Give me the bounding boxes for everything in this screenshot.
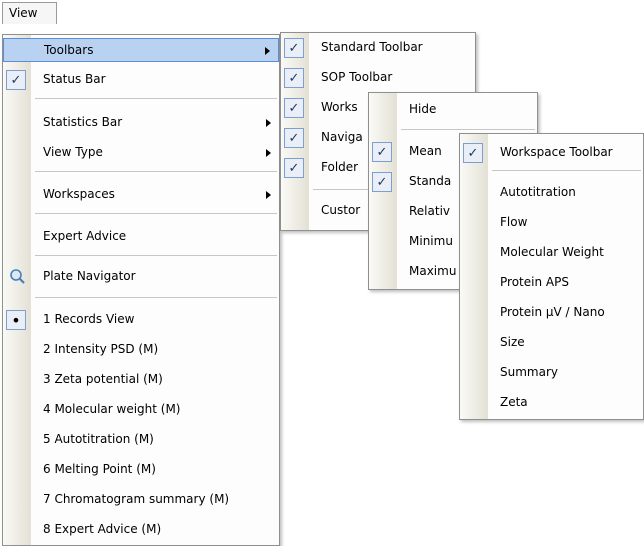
menu-separator — [35, 255, 277, 256]
toolbar-item-label: Custor — [321, 203, 361, 217]
menu-item-record-1[interactable]: • 1 Records View — [3, 308, 279, 332]
record-label: 1 Records View — [43, 312, 135, 326]
workspace-item-toolbar[interactable]: ✓ Workspace Toolbar — [460, 141, 643, 165]
record-label: 6 Melting Point (M) — [43, 462, 156, 476]
workspace-item-label: Protein µV / Nano — [500, 305, 605, 319]
record-label: 2 Intensity PSD (M) — [43, 342, 159, 356]
submenu-arrow-icon — [266, 191, 271, 199]
workspace-item-protein-uv-nano[interactable]: Protein µV / Nano — [460, 301, 643, 325]
menu-item-record-8[interactable]: 8 Expert Advice (M) — [3, 518, 279, 542]
check-icon: ✓ — [284, 98, 304, 118]
workspace-item-label: Zeta — [500, 395, 528, 409]
menu-separator — [35, 213, 277, 214]
menu-item-statistics-bar-label: Statistics Bar — [43, 115, 123, 129]
workspace-item-flow[interactable]: Flow — [460, 211, 643, 235]
menu-item-record-4[interactable]: 4 Molecular weight (M) — [3, 398, 279, 422]
menu-item-toolbars[interactable]: Toolbars — [3, 38, 279, 62]
check-icon: ✓ — [463, 143, 483, 163]
submenu-arrow-icon — [266, 119, 271, 127]
toolbar-item-label: Folder — [321, 160, 359, 174]
workspace-item-label: Size — [500, 335, 525, 349]
check-icon: ✓ — [284, 158, 304, 178]
toolbar-item-label: Standard Toolbar — [321, 40, 423, 54]
check-icon: ✓ — [372, 142, 392, 162]
workspaces-submenu: ✓ Workspace Toolbar Autotitration Flow M… — [459, 133, 644, 420]
workspace-item-summary[interactable]: Summary — [460, 361, 643, 385]
menu-bar: View — [0, 0, 644, 24]
statistics-item-label: Minimu — [409, 234, 453, 248]
menu-separator — [401, 129, 535, 130]
menu-item-record-7[interactable]: 7 Chromatogram summary (M) — [3, 488, 279, 512]
menu-item-record-3[interactable]: 3 Zeta potential (M) — [3, 368, 279, 392]
radio-dot-icon: • — [6, 310, 26, 330]
check-icon: ✓ — [284, 38, 304, 58]
record-label: 5 Autotitration (M) — [43, 432, 154, 446]
workspace-item-label: Workspace Toolbar — [500, 145, 613, 159]
submenu-arrow-icon — [265, 47, 270, 55]
statistics-item-label: Standa — [409, 174, 452, 188]
toolbar-item-sop[interactable]: ✓ SOP Toolbar — [281, 66, 475, 90]
menu-item-status-bar[interactable]: ✓ Status Bar — [3, 68, 279, 92]
menu-view-label: View — [9, 6, 38, 20]
check-icon: ✓ — [284, 68, 304, 88]
menu-view[interactable]: View — [2, 2, 57, 24]
workspace-item-label: Protein APS — [500, 275, 569, 289]
menu-separator — [35, 171, 277, 172]
magnifier-icon — [10, 269, 25, 284]
check-icon: ✓ — [6, 70, 26, 90]
toolbar-item-standard[interactable]: ✓ Standard Toolbar — [281, 36, 475, 60]
menu-item-toolbars-label: Toolbars — [44, 43, 94, 57]
submenu-arrow-icon — [266, 149, 271, 157]
menu-item-statistics-bar[interactable]: Statistics Bar — [3, 111, 279, 135]
menu-item-view-type[interactable]: View Type — [3, 141, 279, 165]
workspace-item-label: Flow — [500, 215, 528, 229]
toolbar-item-label: Works — [321, 100, 358, 114]
workspace-item-label: Summary — [500, 365, 558, 379]
workspace-item-label: Molecular Weight — [500, 245, 604, 259]
menu-item-workspaces-label: Workspaces — [43, 187, 115, 201]
workspace-item-molecular-weight[interactable]: Molecular Weight — [460, 241, 643, 265]
menu-item-record-5[interactable]: 5 Autotitration (M) — [3, 428, 279, 452]
check-icon: ✓ — [372, 172, 392, 192]
toolbar-item-label: Naviga — [321, 130, 363, 144]
workspace-item-autotitration[interactable]: Autotitration — [460, 181, 643, 205]
menu-item-record-2[interactable]: 2 Intensity PSD (M) — [3, 338, 279, 362]
workspace-item-zeta[interactable]: Zeta — [460, 391, 643, 415]
menu-item-expert-advice-label: Expert Advice — [43, 229, 127, 243]
statistics-item-label: Maximu — [409, 264, 457, 278]
statistics-item-hide[interactable]: Hide — [369, 98, 537, 122]
view-menu: Toolbars ✓ Status Bar Statistics Bar Vie… — [2, 34, 280, 546]
menu-item-status-bar-label: Status Bar — [43, 72, 106, 86]
menu-separator — [35, 98, 277, 99]
record-label: 3 Zeta potential (M) — [43, 372, 163, 386]
toolbar-item-label: SOP Toolbar — [321, 70, 393, 84]
statistics-item-label: Hide — [409, 102, 437, 116]
menu-item-plate-navigator-label: Plate Navigator — [43, 269, 136, 283]
record-label: 4 Molecular weight (M) — [43, 402, 181, 416]
workspace-item-label: Autotitration — [500, 185, 576, 199]
menu-separator — [35, 297, 277, 298]
record-label: 8 Expert Advice (M) — [43, 522, 162, 536]
workspace-item-protein-aps[interactable]: Protein APS — [460, 271, 643, 295]
menu-separator — [492, 170, 641, 171]
menu-item-workspaces[interactable]: Workspaces — [3, 183, 279, 207]
menu-item-expert-advice[interactable]: Expert Advice — [3, 225, 279, 249]
workspace-item-size[interactable]: Size — [460, 331, 643, 355]
menu-item-record-6[interactable]: 6 Melting Point (M) — [3, 458, 279, 482]
statistics-item-label: Mean — [409, 144, 442, 158]
record-label: 7 Chromatogram summary (M) — [43, 492, 230, 506]
menu-item-view-type-label: View Type — [43, 145, 103, 159]
check-icon: ✓ — [284, 128, 304, 148]
menu-item-plate-navigator[interactable]: Plate Navigator — [3, 265, 279, 289]
statistics-item-label: Relativ — [409, 204, 451, 218]
